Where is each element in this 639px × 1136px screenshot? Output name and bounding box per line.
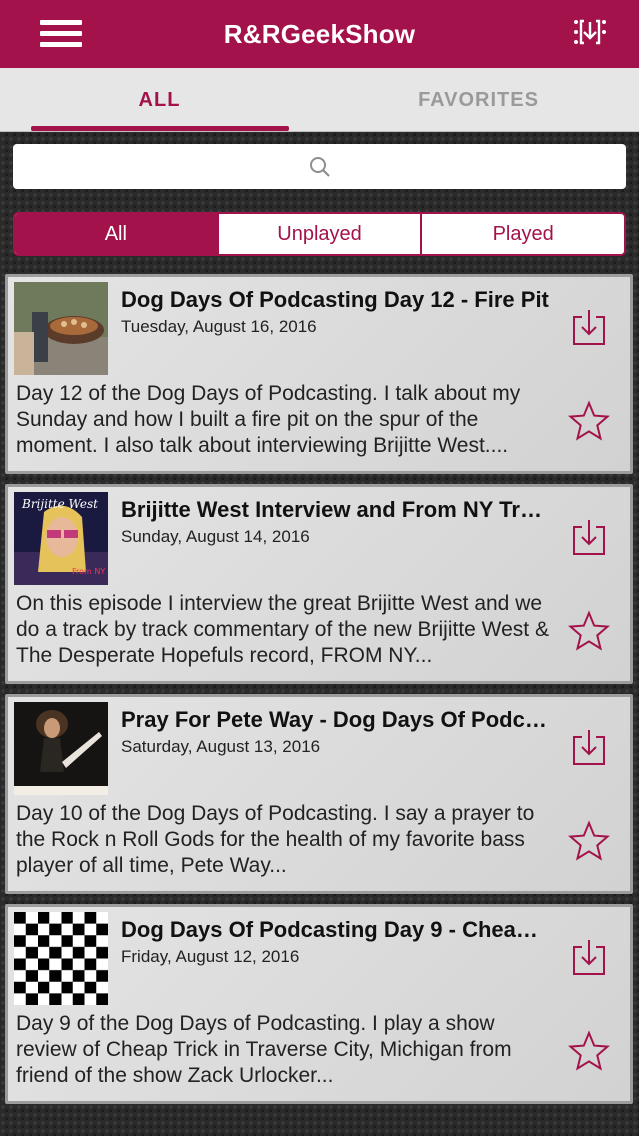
star-icon[interactable]: [568, 400, 610, 442]
album-title-text: From NY: [72, 567, 105, 576]
episode-card[interactable]: Dog Days Of Podcasting Day 12 - Fire Pit…: [5, 274, 633, 474]
episode-description: Day 10 of the Dog Days of Podcasting. I …: [16, 802, 535, 877]
episode-title: Dog Days Of Podcasting Day 12 - Fire Pit: [121, 287, 549, 312]
episode-thumbnail: [14, 912, 108, 1005]
download-icon[interactable]: [571, 727, 607, 767]
episode-thumbnail: [14, 702, 108, 795]
menu-icon[interactable]: [40, 20, 86, 48]
album-artist-text: Brijitte West: [21, 497, 98, 511]
download-icon[interactable]: [571, 517, 607, 557]
tabs-bar: ALL FAVORITES: [0, 68, 639, 132]
star-icon[interactable]: [568, 610, 610, 652]
tab-indicator: [31, 126, 289, 131]
app-title: R&RGeekShow: [223, 18, 416, 49]
episode-card[interactable]: Pray For Pete Way - Dog Days Of Podcasti…: [5, 694, 633, 894]
app-bar: R&RGeekShow: [0, 0, 639, 68]
tab-all[interactable]: ALL: [0, 68, 319, 132]
filter-played[interactable]: Played: [420, 214, 624, 254]
tab-favorites[interactable]: FAVORITES: [319, 68, 638, 132]
episode-date: Tuesday, August 16, 2016: [121, 317, 317, 336]
sort-download-icon[interactable]: [571, 16, 609, 50]
episode-date: Friday, August 12, 2016: [121, 947, 300, 966]
episode-date: Saturday, August 13, 2016: [121, 737, 321, 756]
episode-card[interactable]: Dog Days Of Podcasting Day 9 - Cheap Tri…: [5, 904, 633, 1104]
episode-title: Dog Days Of Podcasting Day 9 - Cheap Tri…: [121, 917, 551, 942]
episode-description: Day 12 of the Dog Days of Podcasting. I …: [16, 382, 521, 457]
search-input[interactable]: [13, 144, 626, 189]
download-icon[interactable]: [571, 307, 607, 347]
filter-segmented-control: All Unplayed Played: [13, 212, 626, 256]
episode-title: Brijitte West Interview and From NY Trac…: [121, 497, 551, 522]
episode-title: Pray For Pete Way - Dog Days Of Podcasti…: [121, 707, 551, 732]
episode-card[interactable]: Brijitte West From NY Brijitte West Inte…: [5, 484, 633, 684]
episode-description: On this episode I interview the great Br…: [16, 592, 549, 667]
star-icon[interactable]: [568, 820, 610, 862]
filter-all[interactable]: All: [15, 214, 217, 254]
download-icon[interactable]: [571, 937, 607, 977]
star-icon[interactable]: [568, 1030, 610, 1072]
episode-date: Sunday, August 14, 2016: [121, 527, 310, 546]
filter-unplayed[interactable]: Unplayed: [216, 214, 421, 254]
episode-thumbnail: Brijitte West From NY: [14, 492, 108, 585]
episode-thumbnail: [14, 282, 108, 375]
episode-description: Day 9 of the Dog Days of Podcasting. I p…: [16, 1012, 512, 1087]
search-icon: [309, 156, 330, 177]
